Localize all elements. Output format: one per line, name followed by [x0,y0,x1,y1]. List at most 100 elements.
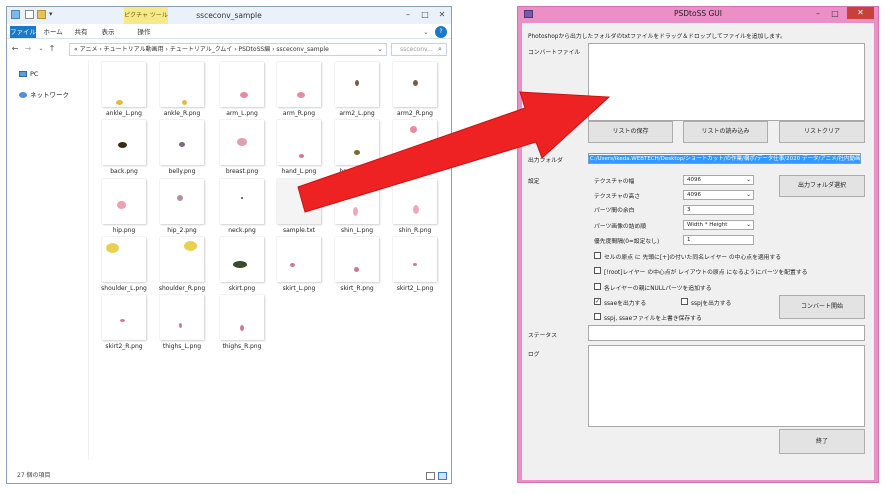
expand-ribbon-icon[interactable]: ⌄ [421,26,431,38]
maximize-icon[interactable]: □ [828,8,842,19]
minimize-icon[interactable]: – [401,9,415,20]
file-grid: ankle_L.png ankle_R.png arm_L.png arm_R.png… [95,62,445,462]
texture-width-select[interactable]: 4096 ⌄ [683,175,754,185]
chevron-down-icon: ⌄ [745,176,751,183]
file-item[interactable]: neck.png [213,179,271,237]
file-item[interactable]: arm_L.png [213,62,271,120]
navigation-pane: PC ネットワーク [7,60,89,460]
overwrite-label: sspj, ssaeファイルを上書き保存する [604,316,702,322]
file-item[interactable]: skirt_R.png [328,237,386,295]
convert-file-list[interactable] [588,43,865,121]
output-ssae-checkbox[interactable]: ✓ [594,298,601,305]
file-item[interactable]: skirt2_R.png [95,295,153,353]
file-item[interactable]: hand_R.png [328,120,386,178]
file-item[interactable]: arm2_L.png [328,62,386,120]
file-item[interactable]: arm2_R.png [386,62,444,120]
texture-height-select[interactable]: 4096 ⌄ [683,190,754,200]
file-item[interactable]: thighs_R.png [213,295,271,353]
log-area[interactable] [588,345,865,427]
close-icon[interactable]: ✕ [435,9,449,20]
output-sspj-checkbox[interactable] [681,298,688,305]
file-name: arm_R.png [282,110,316,117]
file-name: skirt_R.png [340,285,374,292]
help-icon[interactable]: ? [435,26,447,38]
file-item[interactable]: breast.png [213,120,271,178]
file-item[interactable]: arm_R.png [270,62,328,120]
file-name: skirt.png [228,285,256,292]
address-dropdown-icon[interactable]: ⌄ [375,44,385,54]
packing-order-select[interactable]: Width * Height ⌄ [683,220,754,230]
overwrite-checkbox[interactable] [594,313,601,320]
file-thumbnail [277,120,321,165]
start-convert-button[interactable]: コンバート開始 [779,295,865,319]
save-list-button[interactable]: リストの保存 [588,121,673,143]
file-item[interactable]: shin_L.png [328,179,386,237]
file-item[interactable]: shin_R.png [386,179,444,237]
chevron-down-icon: ⌄ [745,191,751,198]
file-item[interactable]: sample.txt [270,179,328,237]
file-name: ankle_R.png [163,110,201,117]
nav-item-network[interactable]: ネットワーク [19,90,69,100]
address-input[interactable]: « アニメ › チュートリアル動画用 › チュートリアル_クムイ › PSDto… [69,43,387,56]
add-null-parts-checkbox[interactable] [594,283,601,290]
priority-interval-input[interactable]: 1 [683,235,754,245]
thumbnail-image [118,142,127,148]
exit-button[interactable]: 終了 [779,429,865,454]
thumbnail-image [240,325,244,331]
thumbnail-image [413,263,417,266]
file-thumbnail [335,237,379,282]
tab-view[interactable]: 表示 [99,26,117,38]
file-thumbnail [102,237,146,282]
nav-item-pc[interactable]: PC [19,69,38,79]
file-item[interactable]: thighs_L.png [153,295,211,353]
thumbnail-image [116,100,123,105]
tab-file[interactable]: ファイル [10,26,36,38]
file-item[interactable]: head.png [386,120,444,178]
large-icons-view-icon[interactable] [438,472,447,480]
file-item[interactable]: shoulder_R.png [153,237,211,295]
file-item[interactable]: belly.png [153,120,211,178]
thumbnail-image [355,80,359,86]
back-icon[interactable]: ← [10,44,20,54]
priority-interval-label: 優先度間隔(0=設定なし) [594,239,660,245]
thumbnail-image [177,195,183,201]
file-item[interactable]: skirt_L.png [270,237,328,295]
select-output-folder-button[interactable]: 出力フォルダ選択 [779,175,865,197]
file-item[interactable]: hip.png [95,179,153,237]
file-thumbnail [393,120,437,165]
forward-icon[interactable]: → [23,44,33,54]
file-item[interactable]: skirt.png [213,237,271,295]
apply-origin-checkbox[interactable] [594,252,601,259]
tab-home[interactable]: ホーム [43,26,63,38]
texture-width-value: 4096 [687,177,701,183]
close-icon[interactable]: ✕ [847,7,874,19]
root-layer-checkbox[interactable] [594,267,601,274]
tab-share[interactable]: 共有 [72,26,90,38]
file-item[interactable]: back.png [95,120,153,178]
file-item[interactable]: ankle_R.png [153,62,211,120]
file-item[interactable]: hand_L.png [270,120,328,178]
nav-item-label: PC [30,70,39,78]
clear-list-button[interactable]: リストクリア [779,121,865,143]
file-name: arm_L.png [226,110,258,117]
parts-margin-input[interactable]: 3 [683,205,754,215]
load-list-button[interactable]: リストの読み込み [683,121,768,143]
computer-icon [19,71,27,77]
output-ssae-label: ssaeを出力する [604,301,647,307]
tab-manage[interactable]: 操作 [132,26,156,38]
output-folder-input[interactable]: C:/Users/ikeda.WEBTECH/Desktop/ショートカット/の… [588,153,861,164]
file-item[interactable]: hip_2.png [153,179,211,237]
network-icon [19,92,27,98]
file-name: thighs_R.png [222,343,262,350]
minimize-icon[interactable]: – [811,8,825,19]
instruction-text: Photoshopから出力したフォルダのtxtファイルをドラッグ＆ドロップしてフ… [528,34,786,40]
maximize-icon[interactable]: □ [418,9,432,20]
file-name: shin_L.png [340,227,374,234]
up-icon[interactable]: ↑ [47,44,57,54]
recent-dropdown-icon[interactable]: ⌄ [36,44,46,54]
file-item[interactable]: skirt2_L.png [386,237,444,295]
file-item[interactable]: shoulder_L.png [95,237,153,295]
file-item[interactable]: ankle_L.png [95,62,153,120]
convert-file-label: コンバートファイル [528,50,581,56]
details-view-icon[interactable] [426,472,435,480]
